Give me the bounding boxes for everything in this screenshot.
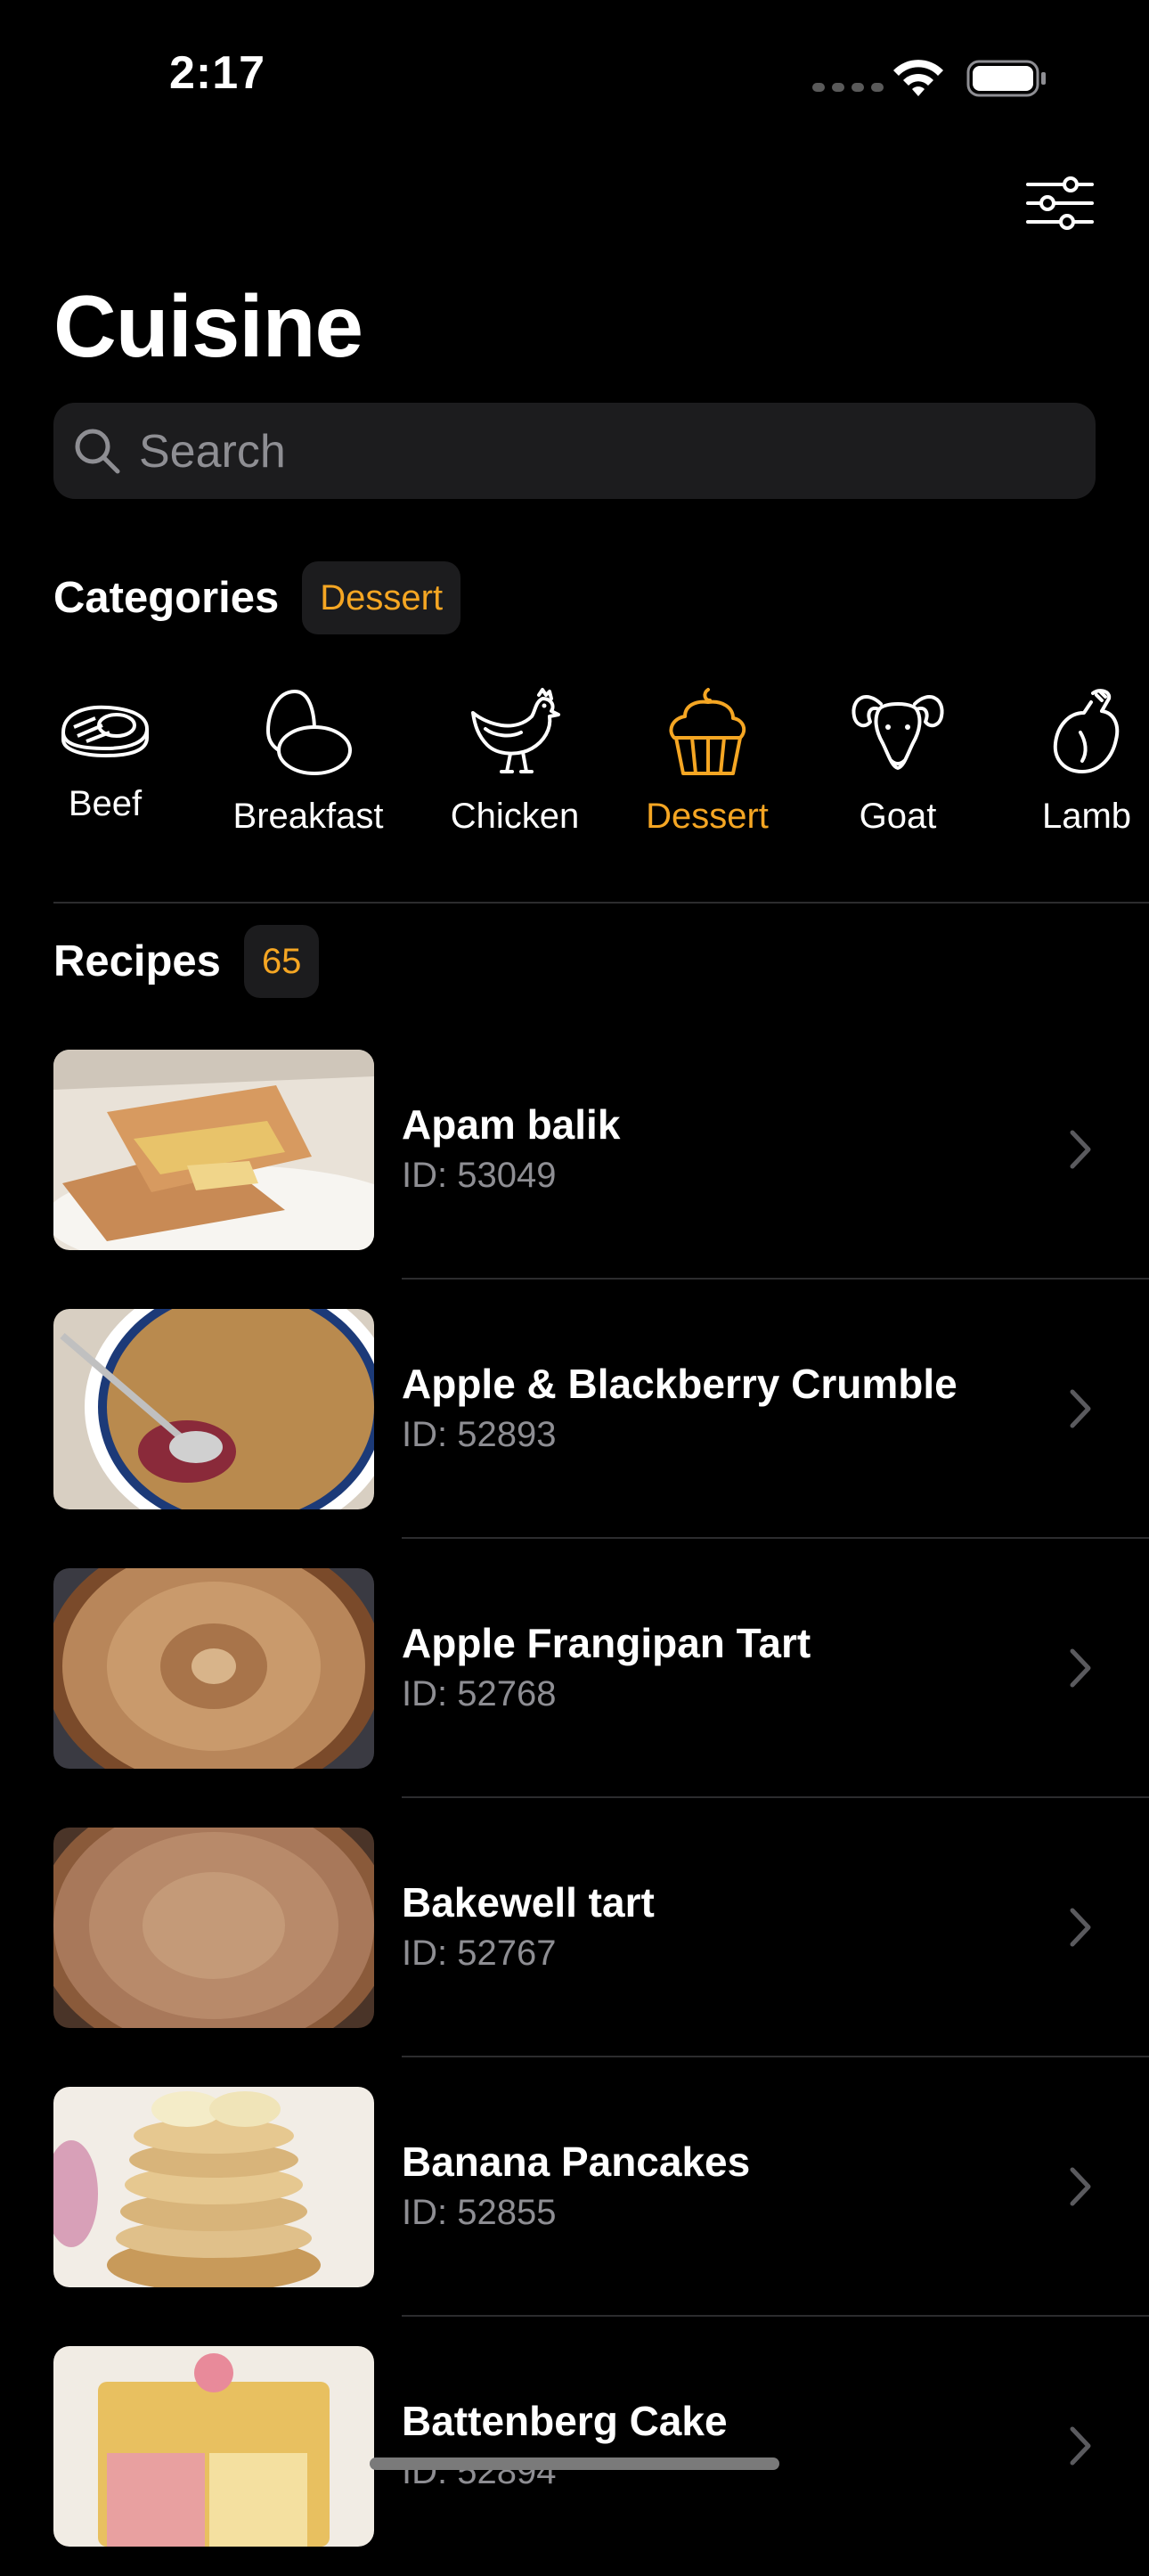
recipe-title: Apam balik (402, 1101, 621, 1148)
recipe-list: Apam balik ID: 53049 Apple & Blackberry … (0, 1020, 1149, 2576)
recipe-thumbnail (53, 1568, 374, 1769)
recipe-thumbnail (53, 1050, 374, 1250)
category-label: Goat (859, 797, 937, 836)
search-input[interactable] (137, 403, 1067, 501)
recipe-row-banana-pancakes[interactable]: Banana Pancakes ID: 52855 (0, 2057, 1149, 2317)
category-label: Chicken (450, 797, 580, 836)
chevron-right-icon (1070, 2426, 1091, 2466)
categories-header: Categories Dessert (53, 561, 461, 634)
recipe-id: ID: 52768 (402, 1674, 557, 1713)
recipe-id: ID: 52767 (402, 1934, 557, 1973)
steak-icon (61, 705, 149, 757)
recipes-header: Recipes 65 (53, 925, 320, 998)
category-dessert[interactable]: Dessert (609, 686, 805, 837)
recipe-row-apam-balik[interactable]: Apam balik ID: 53049 (0, 1020, 1149, 1280)
recipe-row-apple-frangipan-tart[interactable]: Apple Frangipan Tart ID: 52768 (0, 1539, 1149, 1798)
cupcake-icon (669, 688, 746, 775)
wifi-icon (893, 60, 943, 96)
category-label: Beef (68, 784, 143, 823)
recipe-row-bakewell-tart[interactable]: Bakewell tart ID: 52767 (0, 1798, 1149, 2057)
page-title: Cuisine (53, 277, 363, 375)
category-chicken[interactable]: Chicken (417, 686, 613, 837)
recipe-title: Bakewell tart (402, 1879, 655, 1926)
category-lamb[interactable]: Lamb (989, 686, 1149, 837)
recipes-title: Recipes (53, 937, 221, 985)
selected-category-chip[interactable]: Dessert (302, 561, 461, 634)
chevron-right-icon (1070, 1648, 1091, 1688)
recipe-id: ID: 52855 (402, 2193, 557, 2232)
category-label: Dessert (646, 797, 769, 836)
category-beef[interactable]: Beef (7, 686, 203, 824)
status-bar: 2:17 (0, 0, 1149, 151)
chevron-right-icon (1070, 1130, 1091, 1169)
recipe-thumbnail (53, 2346, 374, 2547)
recipe-title: Apple Frangipan Tart (402, 1620, 811, 1666)
cellular-signal-icon (812, 83, 884, 92)
status-time: 2:17 (169, 47, 266, 99)
chevron-right-icon (1070, 2167, 1091, 2206)
category-label: Lamb (1041, 797, 1132, 836)
eggs-icon (265, 689, 352, 775)
chicken-icon (471, 688, 560, 773)
category-breakfast[interactable]: Breakfast (210, 686, 406, 837)
filter-sliders-icon[interactable] (1024, 174, 1096, 233)
recipe-title: Banana Pancakes (402, 2138, 751, 2185)
recipe-id: ID: 52893 (402, 1415, 557, 1454)
recipe-row-apple-blackberry-crumble[interactable]: Apple & Blackberry Crumble ID: 52893 (0, 1280, 1149, 1539)
recipe-thumbnail (53, 1309, 374, 1509)
section-divider (53, 902, 1149, 904)
search-bar[interactable] (53, 403, 1096, 501)
recipe-thumbnail (53, 1828, 374, 2028)
recipe-thumbnail (53, 2087, 374, 2287)
category-label: Breakfast (232, 797, 384, 836)
recipe-title: Battenberg Cake (402, 2398, 728, 2444)
lamb-icon (1053, 689, 1120, 773)
categories-title: Categories (53, 574, 280, 622)
category-carousel[interactable]: Beef Breakfast Chicken Dessert Goat Lamb (0, 686, 1149, 864)
chevron-right-icon (1070, 1908, 1091, 1947)
recipe-title: Apple & Blackberry Crumble (402, 1361, 958, 1407)
recipe-id: ID: 53049 (402, 1156, 557, 1195)
search-icon (75, 429, 120, 474)
battery-icon (966, 60, 1046, 97)
goat-icon (852, 695, 944, 770)
chevron-right-icon (1070, 1389, 1091, 1428)
recipe-row-battenberg-cake[interactable]: Battenberg Cake ID: 52894 (0, 2317, 1149, 2576)
recipes-count-badge: 65 (243, 925, 320, 998)
category-goat[interactable]: Goat (800, 686, 996, 837)
home-indicator[interactable] (370, 2457, 779, 2470)
